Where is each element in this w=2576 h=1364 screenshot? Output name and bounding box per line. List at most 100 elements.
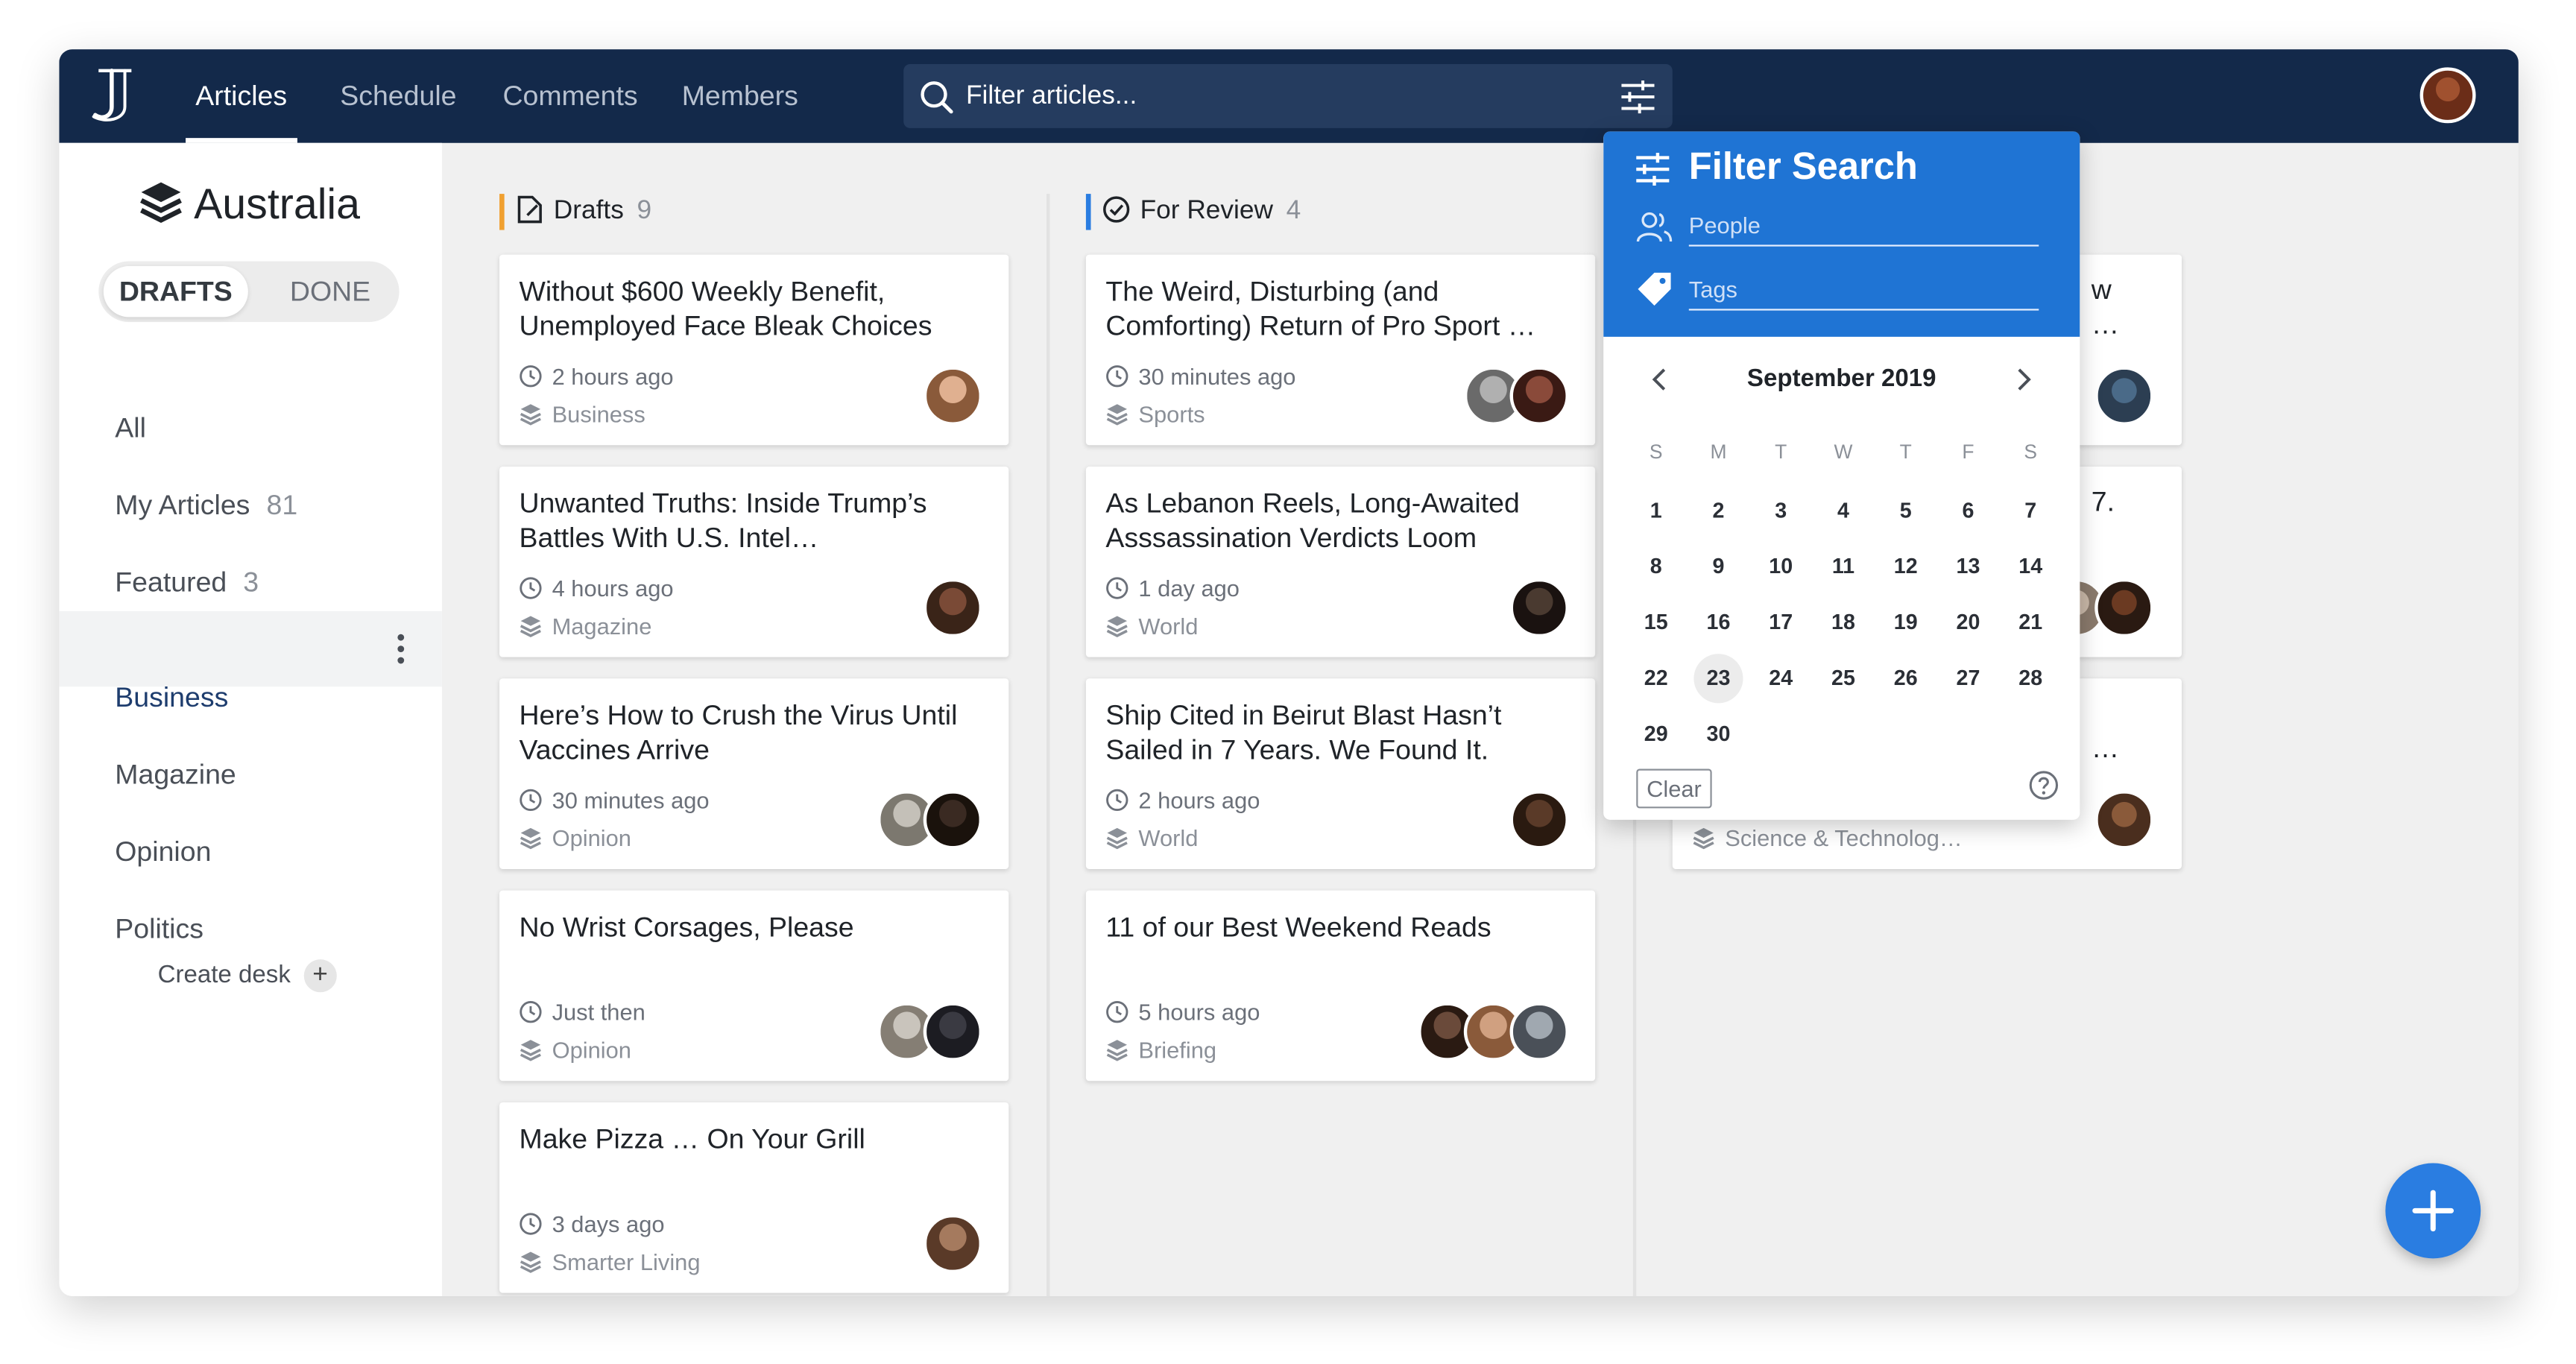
clock-icon (520, 1001, 542, 1023)
calendar-day[interactable]: 7 (2006, 486, 2055, 535)
calendar-day[interactable]: 26 (1881, 654, 1931, 703)
filter-title: Filter Search (1688, 144, 1918, 188)
article-card[interactable]: Make Pizza … On Your Grill 3 days ago Smar… (499, 1102, 1009, 1293)
card-title: The Weird, Disturbing (and Comforting) R… (1105, 276, 1536, 342)
nav-tab-comments[interactable]: Comments (502, 49, 637, 143)
search-input[interactable]: Filter articles... (966, 64, 1137, 128)
sidebar-desk-business[interactable]: Business (115, 682, 228, 715)
calendar-day[interactable]: 12 (1881, 542, 1931, 591)
column-count: 9 (637, 197, 652, 225)
status-toggle: DRAFTS DONE (98, 261, 400, 322)
tags-input[interactable]: Tags (1688, 269, 2039, 311)
sidebar-item-all[interactable]: All (115, 412, 146, 445)
calendar-day[interactable]: 6 (1943, 486, 1992, 535)
calendar-day[interactable]: 15 (1632, 598, 1681, 647)
search-bar[interactable]: Filter articles... (903, 63, 1673, 128)
card-time-label: 2 hours ago (552, 363, 674, 390)
avatar[interactable] (1509, 1002, 1569, 1061)
avatar[interactable] (923, 790, 983, 850)
sidebar-desk-magazine[interactable]: Magazine (115, 759, 236, 792)
calendar-day[interactable]: 28 (2006, 654, 2055, 703)
card-section: Sports (1105, 401, 1205, 427)
calendar-day[interactable]: 19 (1881, 598, 1931, 647)
calendar-day[interactable]: 5 (1881, 486, 1931, 535)
calendar-day[interactable]: 14 (2006, 542, 2055, 591)
calendar-day[interactable]: 23 (1693, 654, 1743, 704)
article-card[interactable]: The Weird, Disturbing (and Comforting) R… (1085, 254, 1596, 446)
article-card[interactable]: Without $600 Weekly Benefit, Unemployed … (499, 254, 1009, 446)
calendar-day[interactable]: 4 (1819, 486, 1868, 535)
nav-tab-members[interactable]: Members (682, 49, 798, 143)
calendar-day[interactable]: 22 (1632, 654, 1681, 703)
calendar-day[interactable]: 11 (1819, 542, 1868, 591)
user-avatar[interactable] (2419, 67, 2476, 124)
calendar-day[interactable]: 10 (1756, 542, 1805, 591)
article-card[interactable]: Ship Cited in Beirut Blast Hasn’t Sailed… (1085, 678, 1596, 869)
calendar-day[interactable]: 2 (1693, 486, 1743, 535)
article-card[interactable]: 11 of our Best Weekend Reads 5 hours ago B… (1085, 890, 1596, 1082)
clear-button[interactable]: Clear (1636, 768, 1712, 809)
calendar-day[interactable]: 16 (1693, 598, 1743, 647)
people-input[interactable]: People (1688, 206, 2039, 247)
avatar[interactable] (2094, 578, 2154, 638)
create-desk-button[interactable]: Create desk + (157, 959, 337, 993)
nav-tab-schedule[interactable]: Schedule (340, 49, 456, 143)
clock-icon (520, 577, 542, 599)
sidebar-desk-politics[interactable]: Politics (115, 913, 203, 946)
calendar-day[interactable]: 30 (1693, 710, 1743, 759)
article-card[interactable]: As Lebanon Reels, Long-Awaited Asssassin… (1085, 466, 1596, 657)
card-title: Ship Cited in Beirut Blast Hasn’t Sailed… (1105, 699, 1502, 766)
chevron-right-icon[interactable] (2011, 364, 2037, 394)
more-vertical-icon[interactable] (396, 633, 405, 666)
card-section: Business (519, 401, 645, 427)
sidebar-desk-opinion[interactable]: Opinion (115, 836, 211, 869)
calendar-day[interactable]: 1 (1632, 486, 1681, 535)
calendar-day[interactable]: 29 (1632, 710, 1681, 759)
weekday-label: W (1834, 440, 1853, 464)
calendar-day[interactable]: 8 (1632, 542, 1681, 591)
avatar[interactable] (1509, 366, 1569, 426)
filter-header: Filter Search People Tags (1603, 131, 2080, 337)
app-logo-icon[interactable] (89, 67, 148, 123)
calendar-day[interactable]: 9 (1693, 542, 1743, 591)
nav-tab-articles[interactable]: Articles (186, 49, 297, 143)
card-section-label: Opinion (552, 824, 631, 851)
calendar-day[interactable]: 18 (1819, 598, 1868, 647)
toggle-done[interactable]: DONE (266, 261, 394, 322)
calendar-day[interactable]: 3 (1756, 486, 1805, 535)
article-card[interactable]: Unwanted Truths: Inside Trump’s Battles … (499, 466, 1009, 657)
avatar[interactable] (923, 1002, 983, 1061)
avatar[interactable] (2094, 366, 2154, 426)
article-card[interactable]: Here’s How to Crush the Virus Until Vacc… (499, 678, 1009, 869)
calendar-day[interactable]: 21 (2006, 598, 2055, 647)
desk-title-label: Australia (194, 179, 361, 229)
avatar[interactable] (1509, 578, 1569, 638)
create-desk-label: Create desk (157, 961, 291, 989)
card-section: World (1105, 613, 1198, 639)
add-article-button[interactable] (2385, 1163, 2481, 1259)
filter-sliders-icon[interactable] (1618, 78, 1658, 117)
calendar-day[interactable]: 27 (1943, 654, 1992, 703)
card-time-label: 1 day ago (1138, 575, 1240, 602)
avatar[interactable] (923, 578, 983, 638)
clock-icon (1106, 365, 1128, 388)
avatar[interactable] (923, 366, 983, 426)
layers-icon (1106, 616, 1128, 637)
card-title: Unwanted Truths: Inside Trump’s Battles … (519, 487, 927, 554)
avatar[interactable] (2094, 790, 2154, 850)
sidebar-item-my-articles[interactable]: My Articles 81 (115, 490, 297, 522)
card-section-label: Briefing (1138, 1036, 1217, 1064)
weekday-label: M (1710, 440, 1727, 464)
sidebar-item-featured[interactable]: Featured 3 (115, 566, 259, 599)
card-title-fragment: 7. (2091, 486, 2115, 518)
calendar-day[interactable]: 20 (1943, 598, 1992, 647)
avatar[interactable] (1509, 790, 1569, 850)
article-card[interactable]: No Wrist Corsages, Please Just then Opinio… (499, 890, 1009, 1082)
calendar-day[interactable]: 24 (1756, 654, 1805, 703)
calendar-day[interactable]: 13 (1943, 542, 1992, 591)
calendar-day[interactable]: 17 (1756, 598, 1805, 647)
toggle-drafts[interactable]: DRAFTS (103, 266, 248, 318)
help-icon[interactable] (2029, 771, 2059, 801)
avatar[interactable] (923, 1213, 983, 1274)
calendar-day[interactable]: 25 (1819, 654, 1868, 703)
